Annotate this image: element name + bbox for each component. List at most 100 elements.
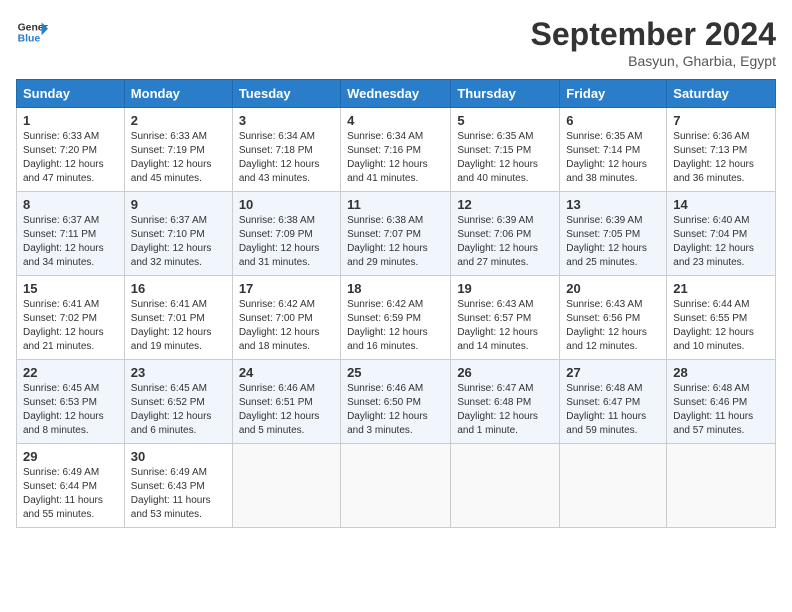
day-number: 12 [457,197,553,212]
calendar-cell: 20 Sunrise: 6:43 AM Sunset: 6:56 PM Dayli… [560,276,667,360]
day-info: Sunrise: 6:39 AM Sunset: 7:06 PM Dayligh… [457,214,553,270]
day-info: Sunrise: 6:41 AM Sunset: 7:02 PM Dayligh… [23,298,118,354]
day-number: 20 [566,281,660,296]
day-info: Sunrise: 6:49 AM Sunset: 6:44 PM Dayligh… [23,466,118,522]
day-number: 2 [131,113,226,128]
calendar-cell: 21 Sunrise: 6:44 AM Sunset: 6:55 PM Dayli… [667,276,776,360]
day-number: 25 [347,365,444,380]
day-info: Sunrise: 6:40 AM Sunset: 7:04 PM Dayligh… [673,214,769,270]
weekday-header-thursday: Thursday [451,80,560,108]
day-info: Sunrise: 6:45 AM Sunset: 6:53 PM Dayligh… [23,382,118,438]
day-number: 3 [239,113,334,128]
calendar-cell: 17 Sunrise: 6:42 AM Sunset: 7:00 PM Dayli… [232,276,340,360]
calendar-cell [451,444,560,528]
day-info: Sunrise: 6:35 AM Sunset: 7:15 PM Dayligh… [457,130,553,186]
day-info: Sunrise: 6:48 AM Sunset: 6:47 PM Dayligh… [566,382,660,438]
day-info: Sunrise: 6:45 AM Sunset: 6:52 PM Dayligh… [131,382,226,438]
day-number: 21 [673,281,769,296]
calendar-cell: 27 Sunrise: 6:48 AM Sunset: 6:47 PM Dayli… [560,360,667,444]
calendar-cell: 6 Sunrise: 6:35 AM Sunset: 7:14 PM Daylig… [560,108,667,192]
calendar-cell: 18 Sunrise: 6:42 AM Sunset: 6:59 PM Dayli… [341,276,451,360]
day-info: Sunrise: 6:37 AM Sunset: 7:11 PM Dayligh… [23,214,118,270]
day-info: Sunrise: 6:39 AM Sunset: 7:05 PM Dayligh… [566,214,660,270]
page-header: General Blue September 2024 Basyun, Ghar… [16,16,776,69]
calendar-cell: 10 Sunrise: 6:38 AM Sunset: 7:09 PM Dayli… [232,192,340,276]
week-row-5: 29 Sunrise: 6:49 AM Sunset: 6:44 PM Dayli… [17,444,776,528]
calendar-cell: 14 Sunrise: 6:40 AM Sunset: 7:04 PM Dayli… [667,192,776,276]
day-info: Sunrise: 6:42 AM Sunset: 6:59 PM Dayligh… [347,298,444,354]
day-number: 26 [457,365,553,380]
day-info: Sunrise: 6:38 AM Sunset: 7:09 PM Dayligh… [239,214,334,270]
calendar-cell: 1Sunrise: 6:33 AM Sunset: 7:20 PM Daylig… [17,108,125,192]
weekday-header-tuesday: Tuesday [232,80,340,108]
calendar-cell: 25Sunrise: 6:46 AM Sunset: 6:50 PM Dayli… [341,360,451,444]
calendar-cell [560,444,667,528]
calendar-cell: 2 Sunrise: 6:33 AM Sunset: 7:19 PM Daylig… [124,108,232,192]
calendar-cell: 28Sunrise: 6:48 AM Sunset: 6:46 PM Dayli… [667,360,776,444]
logo-icon: General Blue [16,16,48,48]
day-number: 4 [347,113,444,128]
calendar-cell [232,444,340,528]
calendar-body: 1Sunrise: 6:33 AM Sunset: 7:20 PM Daylig… [17,108,776,528]
day-info: Sunrise: 6:47 AM Sunset: 6:48 PM Dayligh… [457,382,553,438]
day-info: Sunrise: 6:41 AM Sunset: 7:01 PM Dayligh… [131,298,226,354]
week-row-1: 1Sunrise: 6:33 AM Sunset: 7:20 PM Daylig… [17,108,776,192]
day-number: 17 [239,281,334,296]
calendar-cell: 4 Sunrise: 6:34 AM Sunset: 7:16 PM Daylig… [341,108,451,192]
day-info: Sunrise: 6:37 AM Sunset: 7:10 PM Dayligh… [131,214,226,270]
day-number: 23 [131,365,226,380]
day-number: 13 [566,197,660,212]
weekday-header-row: SundayMondayTuesdayWednesdayThursdayFrid… [17,80,776,108]
day-number: 29 [23,449,118,464]
day-info: Sunrise: 6:46 AM Sunset: 6:51 PM Dayligh… [239,382,334,438]
day-number: 6 [566,113,660,128]
day-info: Sunrise: 6:34 AM Sunset: 7:16 PM Dayligh… [347,130,444,186]
weekday-header-monday: Monday [124,80,232,108]
day-info: Sunrise: 6:33 AM Sunset: 7:19 PM Dayligh… [131,130,226,186]
day-number: 28 [673,365,769,380]
calendar-cell: 22 Sunrise: 6:45 AM Sunset: 6:53 PM Dayli… [17,360,125,444]
day-info: Sunrise: 6:42 AM Sunset: 7:00 PM Dayligh… [239,298,334,354]
calendar-cell: 29 Sunrise: 6:49 AM Sunset: 6:44 PM Dayli… [17,444,125,528]
location: Basyun, Gharbia, Egypt [531,53,776,69]
day-number: 19 [457,281,553,296]
calendar-cell: 5 Sunrise: 6:35 AM Sunset: 7:15 PM Daylig… [451,108,560,192]
calendar-cell [667,444,776,528]
calendar-cell: 15 Sunrise: 6:41 AM Sunset: 7:02 PM Dayli… [17,276,125,360]
day-number: 8 [23,197,118,212]
day-number: 24 [239,365,334,380]
calendar-cell: 16 Sunrise: 6:41 AM Sunset: 7:01 PM Dayli… [124,276,232,360]
weekday-header-wednesday: Wednesday [341,80,451,108]
week-row-3: 15 Sunrise: 6:41 AM Sunset: 7:02 PM Dayli… [17,276,776,360]
calendar-cell: 9Sunrise: 6:37 AM Sunset: 7:10 PM Daylig… [124,192,232,276]
day-number: 15 [23,281,118,296]
day-number: 27 [566,365,660,380]
day-info: Sunrise: 6:35 AM Sunset: 7:14 PM Dayligh… [566,130,660,186]
calendar-cell: 3Sunrise: 6:34 AM Sunset: 7:18 PM Daylig… [232,108,340,192]
week-row-2: 8 Sunrise: 6:37 AM Sunset: 7:11 PM Daylig… [17,192,776,276]
title-block: September 2024 Basyun, Gharbia, Egypt [531,16,776,69]
day-number: 18 [347,281,444,296]
day-info: Sunrise: 6:44 AM Sunset: 6:55 PM Dayligh… [673,298,769,354]
day-number: 7 [673,113,769,128]
svg-text:Blue: Blue [18,34,41,45]
day-info: Sunrise: 6:49 AM Sunset: 6:43 PM Dayligh… [131,466,226,522]
day-number: 5 [457,113,553,128]
calendar-cell [341,444,451,528]
calendar-cell: 13 Sunrise: 6:39 AM Sunset: 7:05 PM Dayli… [560,192,667,276]
weekday-header-sunday: Sunday [17,80,125,108]
calendar-cell: 8 Sunrise: 6:37 AM Sunset: 7:11 PM Daylig… [17,192,125,276]
day-number: 10 [239,197,334,212]
day-number: 14 [673,197,769,212]
day-number: 22 [23,365,118,380]
day-info: Sunrise: 6:43 AM Sunset: 6:57 PM Dayligh… [457,298,553,354]
day-info: Sunrise: 6:33 AM Sunset: 7:20 PM Dayligh… [23,130,118,186]
calendar-cell: 11Sunrise: 6:38 AM Sunset: 7:07 PM Dayli… [341,192,451,276]
day-number: 16 [131,281,226,296]
day-info: Sunrise: 6:43 AM Sunset: 6:56 PM Dayligh… [566,298,660,354]
logo: General Blue [16,16,48,48]
week-row-4: 22 Sunrise: 6:45 AM Sunset: 6:53 PM Dayli… [17,360,776,444]
day-number: 11 [347,197,444,212]
calendar-table: SundayMondayTuesdayWednesdayThursdayFrid… [16,79,776,528]
calendar-cell: 23 Sunrise: 6:45 AM Sunset: 6:52 PM Dayli… [124,360,232,444]
